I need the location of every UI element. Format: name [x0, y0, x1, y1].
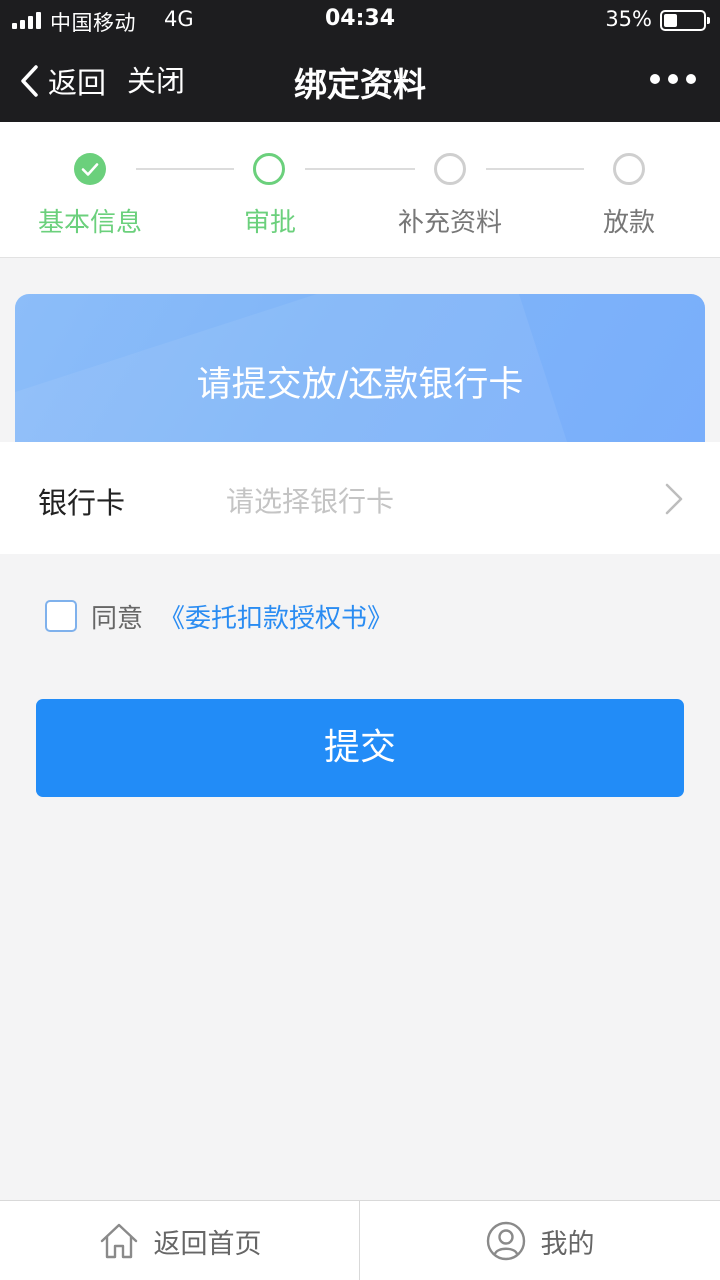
- banner-title: 请提交放/还款银行卡: [196, 365, 524, 405]
- agreement-checkbox[interactable]: [45, 600, 77, 632]
- battery-percent: 35%: [605, 7, 652, 31]
- step-connector: [305, 168, 415, 170]
- progress-stepper: 基本信息 审批 补充资料 放款: [0, 122, 720, 258]
- home-icon: [100, 1223, 137, 1259]
- bottom-tab-bar: 返回首页 我的: [0, 1200, 720, 1280]
- bank-card-label: 银行卡: [38, 486, 126, 520]
- status-bar: 中国移动 4G 04:34 35%: [0, 0, 720, 40]
- user-icon: [486, 1221, 525, 1261]
- step-current-icon: [253, 153, 285, 185]
- submit-button[interactable]: 提交: [36, 699, 684, 797]
- bank-card-banner: 请提交放/还款银行卡: [15, 294, 705, 442]
- agreement-text: 同意: [91, 603, 144, 634]
- authorization-link[interactable]: 《委托扣款授权书》: [159, 598, 393, 635]
- battery-icon: [660, 10, 710, 31]
- step-label-disbursement: 放款: [602, 208, 655, 238]
- step-connector: [136, 168, 234, 170]
- navigation-bar: 返回 关闭 绑定资料: [0, 40, 720, 122]
- step-label-basic-info: 基本信息: [37, 208, 142, 238]
- bank-card-placeholder: 请选择银行卡: [226, 485, 395, 518]
- step-pending-icon: [613, 153, 645, 185]
- step-connector: [486, 168, 584, 170]
- bank-card-selector[interactable]: 银行卡 请选择银行卡: [0, 442, 720, 554]
- tab-mine-label: 我的: [540, 1228, 595, 1260]
- tab-home[interactable]: 返回首页: [0, 1201, 359, 1280]
- tab-home-label: 返回首页: [153, 1228, 262, 1260]
- step-done-icon: [74, 153, 106, 185]
- step-pending-icon: [434, 153, 466, 185]
- tab-mine[interactable]: 我的: [360, 1201, 719, 1280]
- page-title: 绑定资料: [294, 65, 426, 104]
- step-label-approval: 审批: [243, 208, 296, 238]
- chevron-right-icon: [665, 483, 683, 515]
- more-dots-icon[interactable]: [650, 74, 696, 84]
- agreement-row: 同意 《委托扣款授权书》: [45, 598, 393, 635]
- step-label-supplement: 补充资料: [397, 208, 502, 238]
- top-bar: 中国移动 4G 04:34 35% 返回 关闭 绑定资料: [0, 0, 720, 122]
